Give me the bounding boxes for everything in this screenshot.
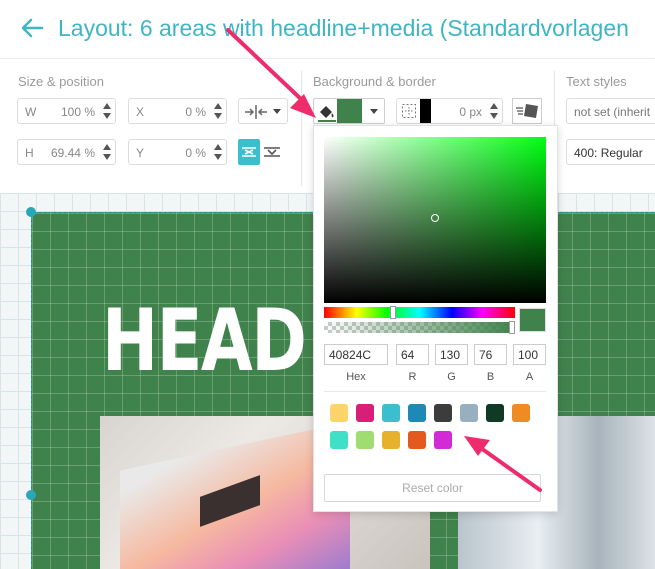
editor-screen: Layout: 6 areas with headline+media (Sta… <box>0 0 655 569</box>
annotation-arrow-top <box>226 28 304 102</box>
annotation-arrowhead <box>290 94 316 118</box>
annotation-arrow-bottom <box>476 444 542 492</box>
annotation-arrows <box>226 28 542 492</box>
